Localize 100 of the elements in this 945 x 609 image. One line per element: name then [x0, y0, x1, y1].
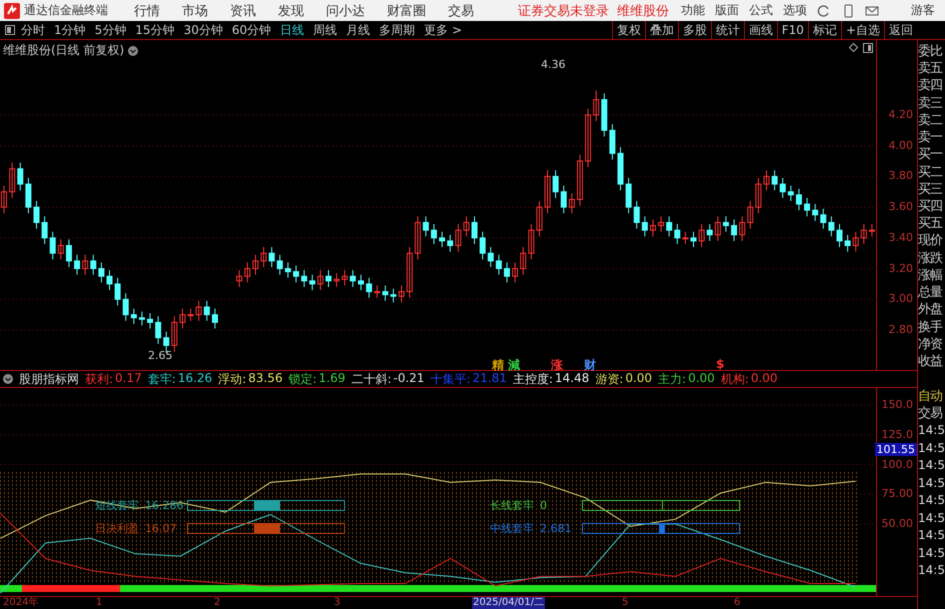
candlestick: [260, 246, 267, 268]
menu-item[interactable]: 交易: [448, 2, 474, 20]
candlestick: [155, 316, 162, 344]
trade-time: 14:5: [918, 474, 945, 492]
trade-tab[interactable]: 交易: [918, 405, 945, 422]
candlestick: [268, 246, 275, 268]
event-mark[interactable]: 減: [508, 357, 520, 374]
reading-value: -0.21: [393, 370, 424, 386]
date-axis-label: 6: [733, 597, 742, 609]
trade-time: 14:5: [918, 562, 945, 579]
quote-field-label: 买一: [918, 146, 944, 164]
dropdown-icon[interactable]: [3, 374, 13, 384]
menu-item[interactable]: 公式: [749, 2, 773, 19]
candlestick: [585, 108, 592, 168]
toolbar-button[interactable]: 画线: [744, 20, 777, 40]
reading-label: 获利:: [85, 370, 114, 388]
trade-tab[interactable]: 自动: [918, 388, 945, 405]
indicator-axis-label: 50.00: [882, 517, 913, 530]
candlestick: [138, 311, 145, 326]
toolbar-button[interactable]: 多股: [678, 20, 711, 40]
menu-item[interactable]: 发现: [278, 2, 304, 20]
dropdown-icon[interactable]: [128, 46, 138, 56]
quote-field-label: 买五: [918, 215, 944, 232]
reading-value: 0.00: [625, 370, 652, 386]
menu-item[interactable]: 行情: [134, 2, 160, 20]
menu-item[interactable]: 选项: [783, 2, 807, 19]
candlestick: [609, 124, 616, 160]
event-mark[interactable]: $: [716, 357, 724, 371]
candlestick: [804, 197, 810, 217]
menu-item[interactable]: 市场: [182, 2, 208, 20]
gauge-value: 16.07: [145, 522, 176, 535]
candlestick: [764, 170, 770, 191]
candlestick: [90, 254, 96, 276]
quote-field-label: 卖一: [918, 129, 944, 146]
candlestick: [180, 308, 186, 330]
trade-time: 14:5: [918, 457, 945, 474]
candlestick: [1, 185, 8, 214]
toolbar-button[interactable]: 复权: [612, 20, 645, 40]
candlestick: [626, 177, 632, 214]
period-tab[interactable]: 30分钟: [184, 22, 223, 38]
candlestick: [860, 224, 867, 245]
panel-toggle-icon[interactable]: [5, 25, 15, 35]
candlestick: [171, 316, 178, 352]
candlestick: [25, 177, 32, 214]
toolbar-button[interactable]: 标记: [808, 20, 841, 40]
reading-value: 1.69: [318, 370, 346, 386]
candlestick: [382, 285, 388, 302]
period-tab[interactable]: 多周期: [379, 22, 416, 38]
candlestick: [414, 216, 421, 260]
date-axis-label: 2025/04/01/二: [472, 597, 546, 609]
menu-item[interactable]: 资讯: [230, 2, 256, 20]
period-tab[interactable]: 60分钟: [232, 22, 272, 38]
candlestick: [747, 200, 754, 230]
candlestick: [463, 216, 470, 237]
period-tab[interactable]: 15分钟: [135, 22, 175, 38]
period-tab[interactable]: 更多 >: [424, 22, 462, 38]
menu-item[interactable]: 财富圈: [387, 2, 426, 20]
period-tab[interactable]: 周线: [313, 22, 338, 38]
indicator-axis-label: 150.0: [882, 398, 913, 412]
candlestick: [714, 216, 721, 242]
app-logo-icon: [4, 2, 20, 18]
reading-label: 二十斜:: [351, 370, 392, 388]
period-tab[interactable]: 5分钟: [94, 22, 126, 38]
candlestick: [674, 224, 680, 245]
menu-item[interactable]: 版面: [715, 2, 739, 19]
candlestick: [560, 185, 567, 214]
candlestick: [284, 262, 291, 278]
menu-item[interactable]: 问小达: [326, 2, 365, 20]
candlestick: [358, 274, 364, 291]
candlestick: [593, 90, 600, 122]
date-axis-label: 3: [333, 597, 342, 609]
toolbar-button[interactable]: 返回: [884, 20, 917, 40]
candlestick: [455, 224, 462, 252]
period-tab[interactable]: 分时: [21, 22, 45, 38]
candlestick: [406, 246, 413, 298]
candlestick: [576, 154, 583, 206]
gauge-label: 中线套牢: [490, 521, 534, 536]
menu-item[interactable]: 功能: [681, 2, 705, 19]
candlestick: [496, 254, 502, 276]
trade-time: 14:5: [918, 510, 945, 526]
reading-value: 0.00: [688, 370, 715, 386]
diamond-icon[interactable]: [849, 43, 858, 52]
date-axis-label: 2: [213, 597, 222, 609]
candlestick: [114, 277, 121, 306]
mail-icon[interactable]: [865, 4, 879, 18]
toolbar-button[interactable]: +自选: [840, 20, 884, 40]
toolbar-button[interactable]: 统计: [710, 20, 744, 40]
candlestick: [66, 238, 72, 268]
candlestick: [544, 170, 550, 214]
candlestick: [17, 162, 24, 191]
period-tab[interactable]: 1分钟: [54, 22, 86, 38]
refresh-icon[interactable]: [817, 4, 831, 18]
period-tab[interactable]: 日线: [280, 22, 304, 38]
toolbar-button[interactable]: 叠加: [644, 20, 678, 40]
quote-field-label: 涨跌: [918, 250, 944, 267]
reading-label: 机构:: [720, 370, 749, 388]
panel-toggle-icon[interactable]: [863, 43, 873, 53]
toolbar-button[interactable]: F10: [776, 20, 808, 40]
user-label[interactable]: 游客: [911, 2, 935, 19]
period-tab[interactable]: 月线: [346, 22, 370, 38]
